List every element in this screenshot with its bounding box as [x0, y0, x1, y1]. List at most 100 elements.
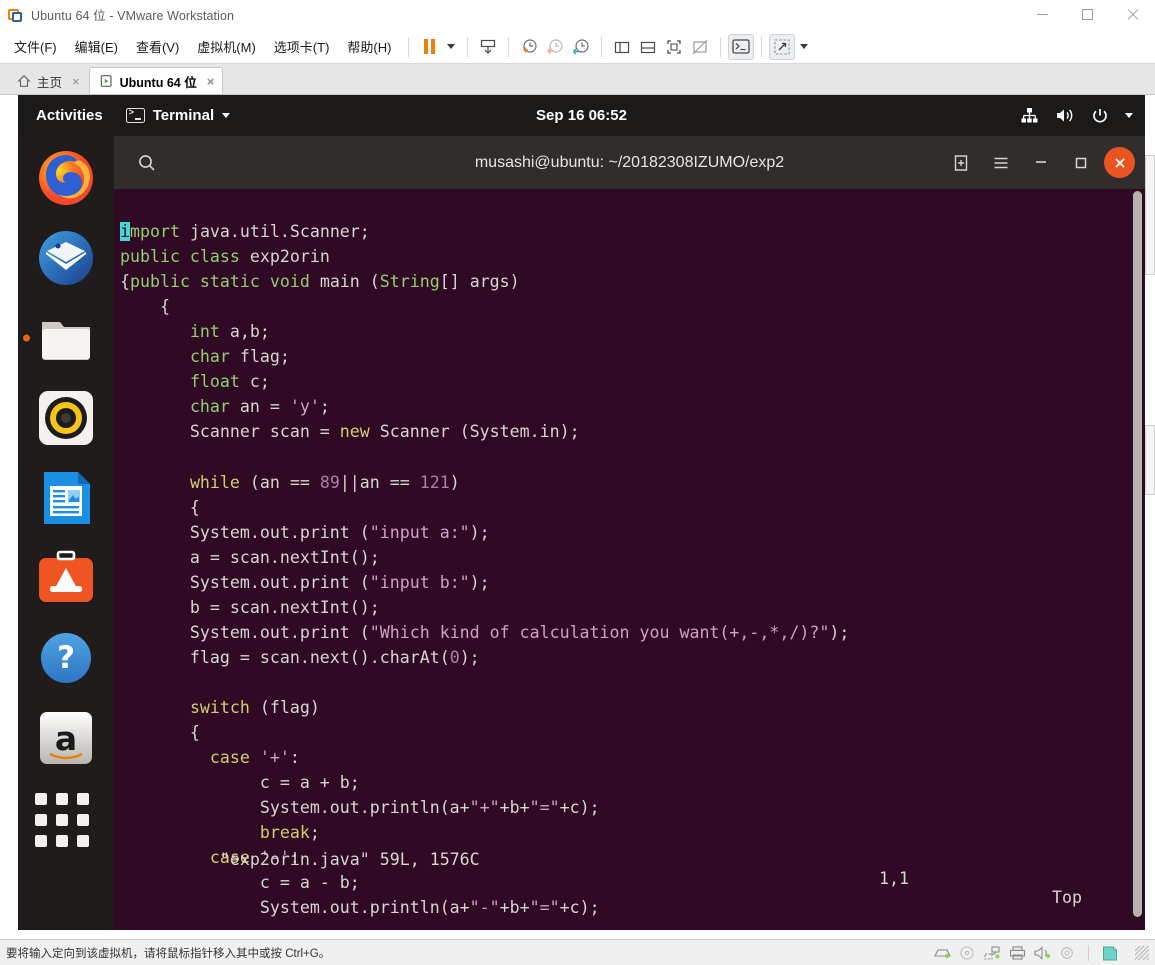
suspend-button[interactable] [416, 34, 442, 60]
window-maximize-button[interactable] [1065, 0, 1110, 30]
fullscreen-icon [667, 39, 682, 54]
code-line: public class exp2orin [120, 247, 330, 267]
code-line: Scanner scan = new Scanner (System.in); [120, 422, 580, 442]
dock-item-amazon[interactable]: a [34, 706, 98, 770]
vm-tab-strip: 主页 × Ubuntu 64 位 × [0, 64, 1155, 95]
menu-file[interactable]: 文件(F) [6, 33, 65, 60]
dock-item-software[interactable] [34, 546, 98, 610]
dock-item-files[interactable] [23, 306, 98, 370]
terminal-text-area[interactable]: import java.util.Scanner; public class e… [114, 189, 1145, 930]
display-icon[interactable] [1102, 946, 1118, 960]
code-line: int a,b; [189, 322, 270, 342]
printer-icon[interactable] [1009, 945, 1026, 960]
window-close-button[interactable] [1110, 0, 1155, 30]
harddisk-icon[interactable] [934, 946, 951, 960]
console-view-button[interactable] [728, 33, 755, 60]
menu-view[interactable]: 查看(V) [128, 33, 187, 60]
vmware-status-bar: 要将输入定向到该虚拟机，请将鼠标指针移入其中或按 Ctrl+G。 [0, 939, 1155, 965]
guest-screen[interactable]: Activities Terminal Sep 16 06:52 [18, 95, 1145, 930]
revert-snapshot-button[interactable] [542, 34, 568, 60]
statusbar-separator [1088, 944, 1089, 961]
code-line: { [120, 722, 200, 742]
power-dropdown[interactable] [442, 34, 460, 60]
menu-tabs[interactable]: 选项卡(T) [266, 33, 338, 60]
tab-home-label: 主页 [37, 75, 63, 90]
code-line: {public static void main (String[] args) [120, 272, 520, 292]
tab-home[interactable]: 主页 × [6, 67, 89, 94]
code-line: char an = 'y'; [189, 397, 330, 417]
menu-edit[interactable]: 编辑(E) [67, 33, 126, 60]
status-hint-text: 要将输入定向到该虚拟机，请将鼠标指针移入其中或按 Ctrl+G。 [6, 947, 331, 960]
code-line: case '+': [209, 748, 300, 768]
snapshot-button[interactable] [475, 34, 501, 60]
toolbar-separator [761, 36, 763, 57]
system-status-area[interactable] [1020, 107, 1133, 125]
dock-item-firefox[interactable] [34, 146, 98, 210]
activities-button[interactable]: Activities [23, 107, 116, 124]
app-menu-terminal[interactable]: Terminal [116, 107, 240, 124]
window-minimize-button[interactable] [1020, 0, 1065, 30]
terminal-icon [125, 107, 145, 123]
chevron-down-icon [800, 44, 809, 49]
send-key-button[interactable] [769, 33, 796, 60]
amazon-icon: a [40, 712, 92, 764]
sound-icon[interactable] [1034, 945, 1051, 960]
send-key-dropdown[interactable] [795, 34, 813, 60]
device-status-icons [934, 944, 1149, 961]
terminal-close-button[interactable] [1104, 147, 1135, 178]
code-line: while (an == 89||an == 121) [189, 472, 460, 492]
dock-item-show-apps[interactable] [34, 786, 98, 850]
tab-ubuntu-64-label: Ubuntu 64 位 [119, 75, 197, 90]
unity-mode-button[interactable] [687, 34, 713, 60]
terminal-header-buttons [944, 146, 1135, 180]
window-title: Ubuntu 64 位 - VMware Workstation [31, 9, 235, 23]
resize-grip[interactable] [1135, 945, 1149, 960]
ubuntu-software-icon [39, 550, 93, 602]
search-icon [139, 154, 155, 171]
files-icon [42, 322, 90, 360]
host-desktop-remnant [1145, 155, 1155, 275]
code-line: System.out.println(a+"+"+b+"="+c); [120, 798, 600, 818]
vm-viewport[interactable]: Activities Terminal Sep 16 06:52 [0, 95, 1155, 939]
manage-snapshots-button[interactable] [568, 34, 594, 60]
search-button[interactable] [130, 146, 164, 180]
thunderbird-icon [39, 231, 93, 285]
chevron-down-icon [222, 113, 231, 118]
terminal-scrollbar[interactable] [1133, 189, 1142, 930]
code-line: switch (flag) [189, 697, 320, 717]
cdrom-icon[interactable] [959, 945, 975, 960]
network-icon[interactable] [984, 945, 1000, 960]
terminal-window[interactable]: musashi@ubuntu: ~/20182308IZUMO/exp2 imp… [114, 136, 1145, 930]
vmware-icon [8, 7, 24, 23]
tab-ubuntu-64-close-icon[interactable]: × [207, 74, 215, 89]
vim-status-line: "exp2orin.java" 59L, 1576C 1,1 Top [114, 831, 1145, 926]
menu-help[interactable]: 帮助(H) [339, 33, 399, 60]
take-snapshot-button[interactable] [516, 34, 542, 60]
chevron-down-icon [1125, 113, 1133, 118]
terminal-menu-button[interactable] [984, 146, 1018, 180]
chevron-down-icon [447, 44, 456, 49]
usb-icon[interactable] [1059, 946, 1075, 960]
clock-settings-icon [573, 38, 590, 54]
terminal-scrollbar-thumb[interactable] [1133, 191, 1142, 918]
gnome-dock: ? a [18, 136, 114, 930]
new-tab-icon [954, 154, 968, 171]
terminal-minimize-button[interactable] [1024, 146, 1058, 180]
pause-icon [423, 39, 435, 54]
tab-home-close-icon[interactable]: × [72, 74, 80, 89]
fullscreen-button[interactable] [661, 34, 687, 60]
show-library-button[interactable] [609, 34, 635, 60]
running-indicator-dot [23, 334, 30, 342]
dock-item-rhythmbox[interactable] [34, 386, 98, 450]
show-thumbnail-bar-button[interactable] [635, 34, 661, 60]
dock-item-writer[interactable] [34, 466, 98, 530]
dock-item-help[interactable]: ? [34, 626, 98, 690]
menu-vm[interactable]: 虚拟机(M) [189, 33, 264, 60]
toolbar-separator [408, 36, 410, 57]
terminal-maximize-button[interactable] [1064, 146, 1098, 180]
new-tab-button[interactable] [944, 146, 978, 180]
dock-item-thunderbird[interactable] [34, 226, 98, 290]
tab-ubuntu-64[interactable]: Ubuntu 64 位 × [88, 67, 224, 94]
unity-off-icon [693, 39, 708, 54]
